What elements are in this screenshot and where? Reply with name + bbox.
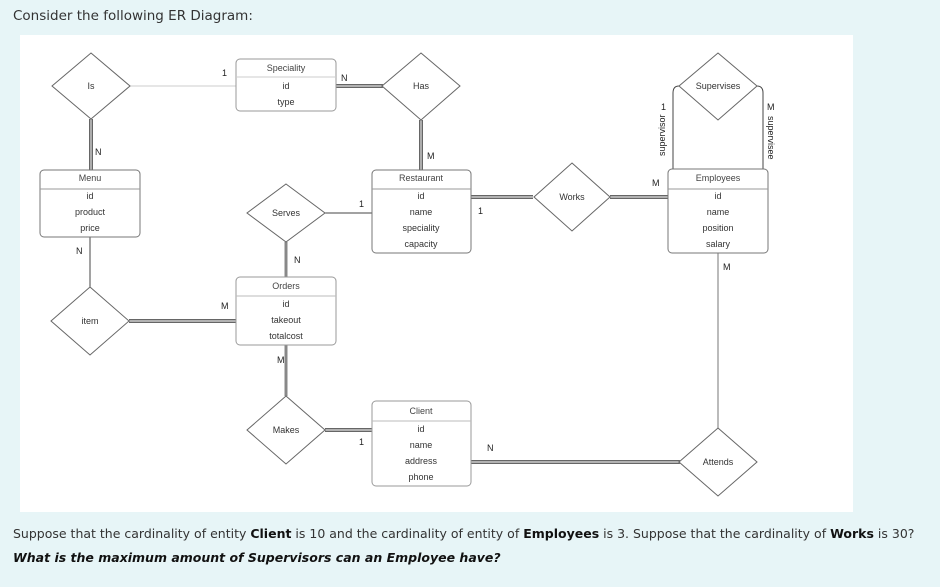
relationship-is[interactable]: Is (51, 52, 131, 120)
entity-attribute: position (702, 223, 733, 233)
svg-text:Is: Is (87, 81, 95, 91)
client-emphasis: Client (250, 526, 292, 541)
cardinality-label: M (723, 262, 731, 272)
svg-text:Has: Has (413, 81, 430, 91)
svg-text:item: item (81, 316, 98, 326)
entity-attribute: id (714, 191, 721, 201)
entity-attribute: id (282, 81, 289, 91)
relationship-works[interactable]: Works (533, 162, 611, 232)
cardinality-label: 1 (359, 199, 364, 209)
cardinality-label: M (277, 355, 285, 365)
question-prompt: What is the maximum amount of Supervisor… (13, 550, 501, 565)
edge-supervisor-role (672, 85, 680, 169)
entity-attribute: name (707, 207, 730, 217)
cardinality-label: 1 (222, 68, 227, 78)
entity-title: Client (409, 406, 433, 416)
edge-supervisee-role (756, 85, 764, 169)
entity-attribute: phone (408, 472, 433, 482)
relationship-item[interactable]: item (50, 286, 130, 356)
svg-text:Works: Works (559, 192, 585, 202)
relationship-attends[interactable]: Attends (678, 427, 758, 497)
entity-title: Restaurant (399, 173, 444, 183)
entity-attribute: id (417, 191, 424, 201)
entity-restaurant[interactable]: Restaurant id name speciality capacity (371, 169, 472, 254)
entity-employees[interactable]: Employees id name position salary (667, 168, 769, 254)
entity-menu[interactable]: Menu id product price (39, 169, 141, 238)
cardinality-label: 1 (661, 102, 666, 112)
cardinality-label: M (767, 102, 775, 112)
entity-attribute: type (277, 97, 294, 107)
relationship-has[interactable]: Has (381, 52, 461, 121)
cardinality-label: N (487, 443, 494, 453)
entity-orders[interactable]: Orders id takeout totalcost (235, 276, 337, 346)
entity-title: Orders (272, 281, 300, 291)
role-label-supervisor: supervisor (657, 114, 667, 156)
cardinality-label: N (95, 147, 102, 157)
entity-title: Speciality (267, 63, 306, 73)
cardinality-label: N (294, 255, 301, 265)
employees-emphasis: Employees (523, 526, 600, 541)
entity-attribute: capacity (404, 239, 438, 249)
entity-attribute: id (86, 191, 93, 201)
entity-attribute: id (417, 424, 424, 434)
role-label-supervisee: supervisee (766, 116, 776, 160)
entity-speciality[interactable]: Speciality id type (235, 58, 337, 112)
svg-text:Supervises: Supervises (696, 81, 741, 91)
entity-attribute: id (282, 299, 289, 309)
cardinality-label: 1 (359, 437, 364, 447)
relationship-makes[interactable]: Makes (246, 395, 326, 465)
svg-text:Attends: Attends (703, 457, 734, 467)
er-diagram-panel: Is Has Supervises Serves Works item Make… (20, 35, 853, 512)
svg-text:Serves: Serves (272, 208, 301, 218)
entity-attribute: price (80, 223, 100, 233)
entity-attribute: name (410, 207, 433, 217)
entity-title: Employees (696, 173, 741, 183)
relationship-serves[interactable]: Serves (246, 183, 326, 243)
entity-attribute: speciality (402, 223, 440, 233)
entity-attribute: product (75, 207, 106, 217)
works-emphasis: Works (830, 526, 874, 541)
entity-attribute: address (405, 456, 438, 466)
entity-attribute: salary (706, 239, 731, 249)
entity-attribute: totalcost (269, 331, 303, 341)
cardinality-label: N (341, 73, 348, 83)
relationship-supervises[interactable]: Supervises (678, 52, 758, 121)
svg-text:Makes: Makes (273, 425, 300, 435)
entity-attribute: takeout (271, 315, 301, 325)
entity-client[interactable]: Client id name address phone (371, 400, 472, 487)
cardinality-label: 1 (478, 206, 483, 216)
cardinality-label: M (652, 178, 660, 188)
cardinality-label: M (221, 301, 229, 311)
cardinality-label: M (427, 151, 435, 161)
question-block: Suppose that the cardinality of entity C… (13, 522, 933, 570)
entity-title: Menu (79, 173, 102, 183)
question-context: Suppose that the cardinality of entity C… (13, 526, 915, 541)
er-diagram: Is Has Supervises Serves Works item Make… (39, 52, 776, 497)
intro-text: Consider the following ER Diagram: (13, 8, 253, 24)
cardinality-label: N (76, 246, 83, 256)
entity-attribute: name (410, 440, 433, 450)
